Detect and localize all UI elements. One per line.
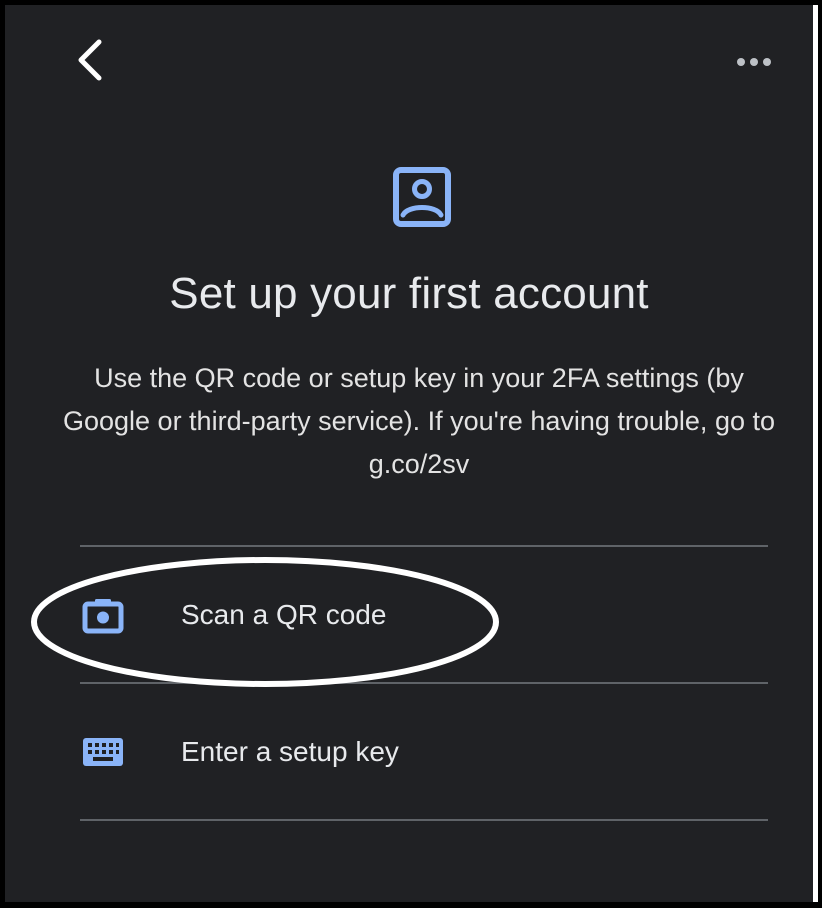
keyboard-icon	[79, 728, 127, 776]
page-description: Use the QR code or setup key in your 2FA…	[62, 363, 775, 479]
enter-setup-key-label: Enter a setup key	[181, 736, 399, 767]
page-title: Set up your first account	[169, 269, 649, 318]
divider	[80, 545, 768, 547]
scan-qr-code-label: Scan a QR code	[181, 599, 387, 630]
divider	[80, 819, 768, 821]
divider	[80, 682, 768, 684]
scan-qr-code-option[interactable]: Scan a QR code	[65, 575, 768, 655]
back-button[interactable]	[63, 33, 117, 87]
enter-setup-key-option[interactable]: Enter a setup key	[65, 712, 768, 792]
camera-icon	[79, 591, 127, 639]
more-horizontal-icon	[737, 58, 771, 66]
more-options-button[interactable]	[729, 45, 779, 79]
setup-screen: Set up your first account Use the QR cod…	[5, 5, 818, 902]
chevron-left-icon	[78, 39, 102, 81]
account-box-icon	[393, 167, 451, 227]
screenshot-frame: Set up your first account Use the QR cod…	[0, 0, 822, 908]
